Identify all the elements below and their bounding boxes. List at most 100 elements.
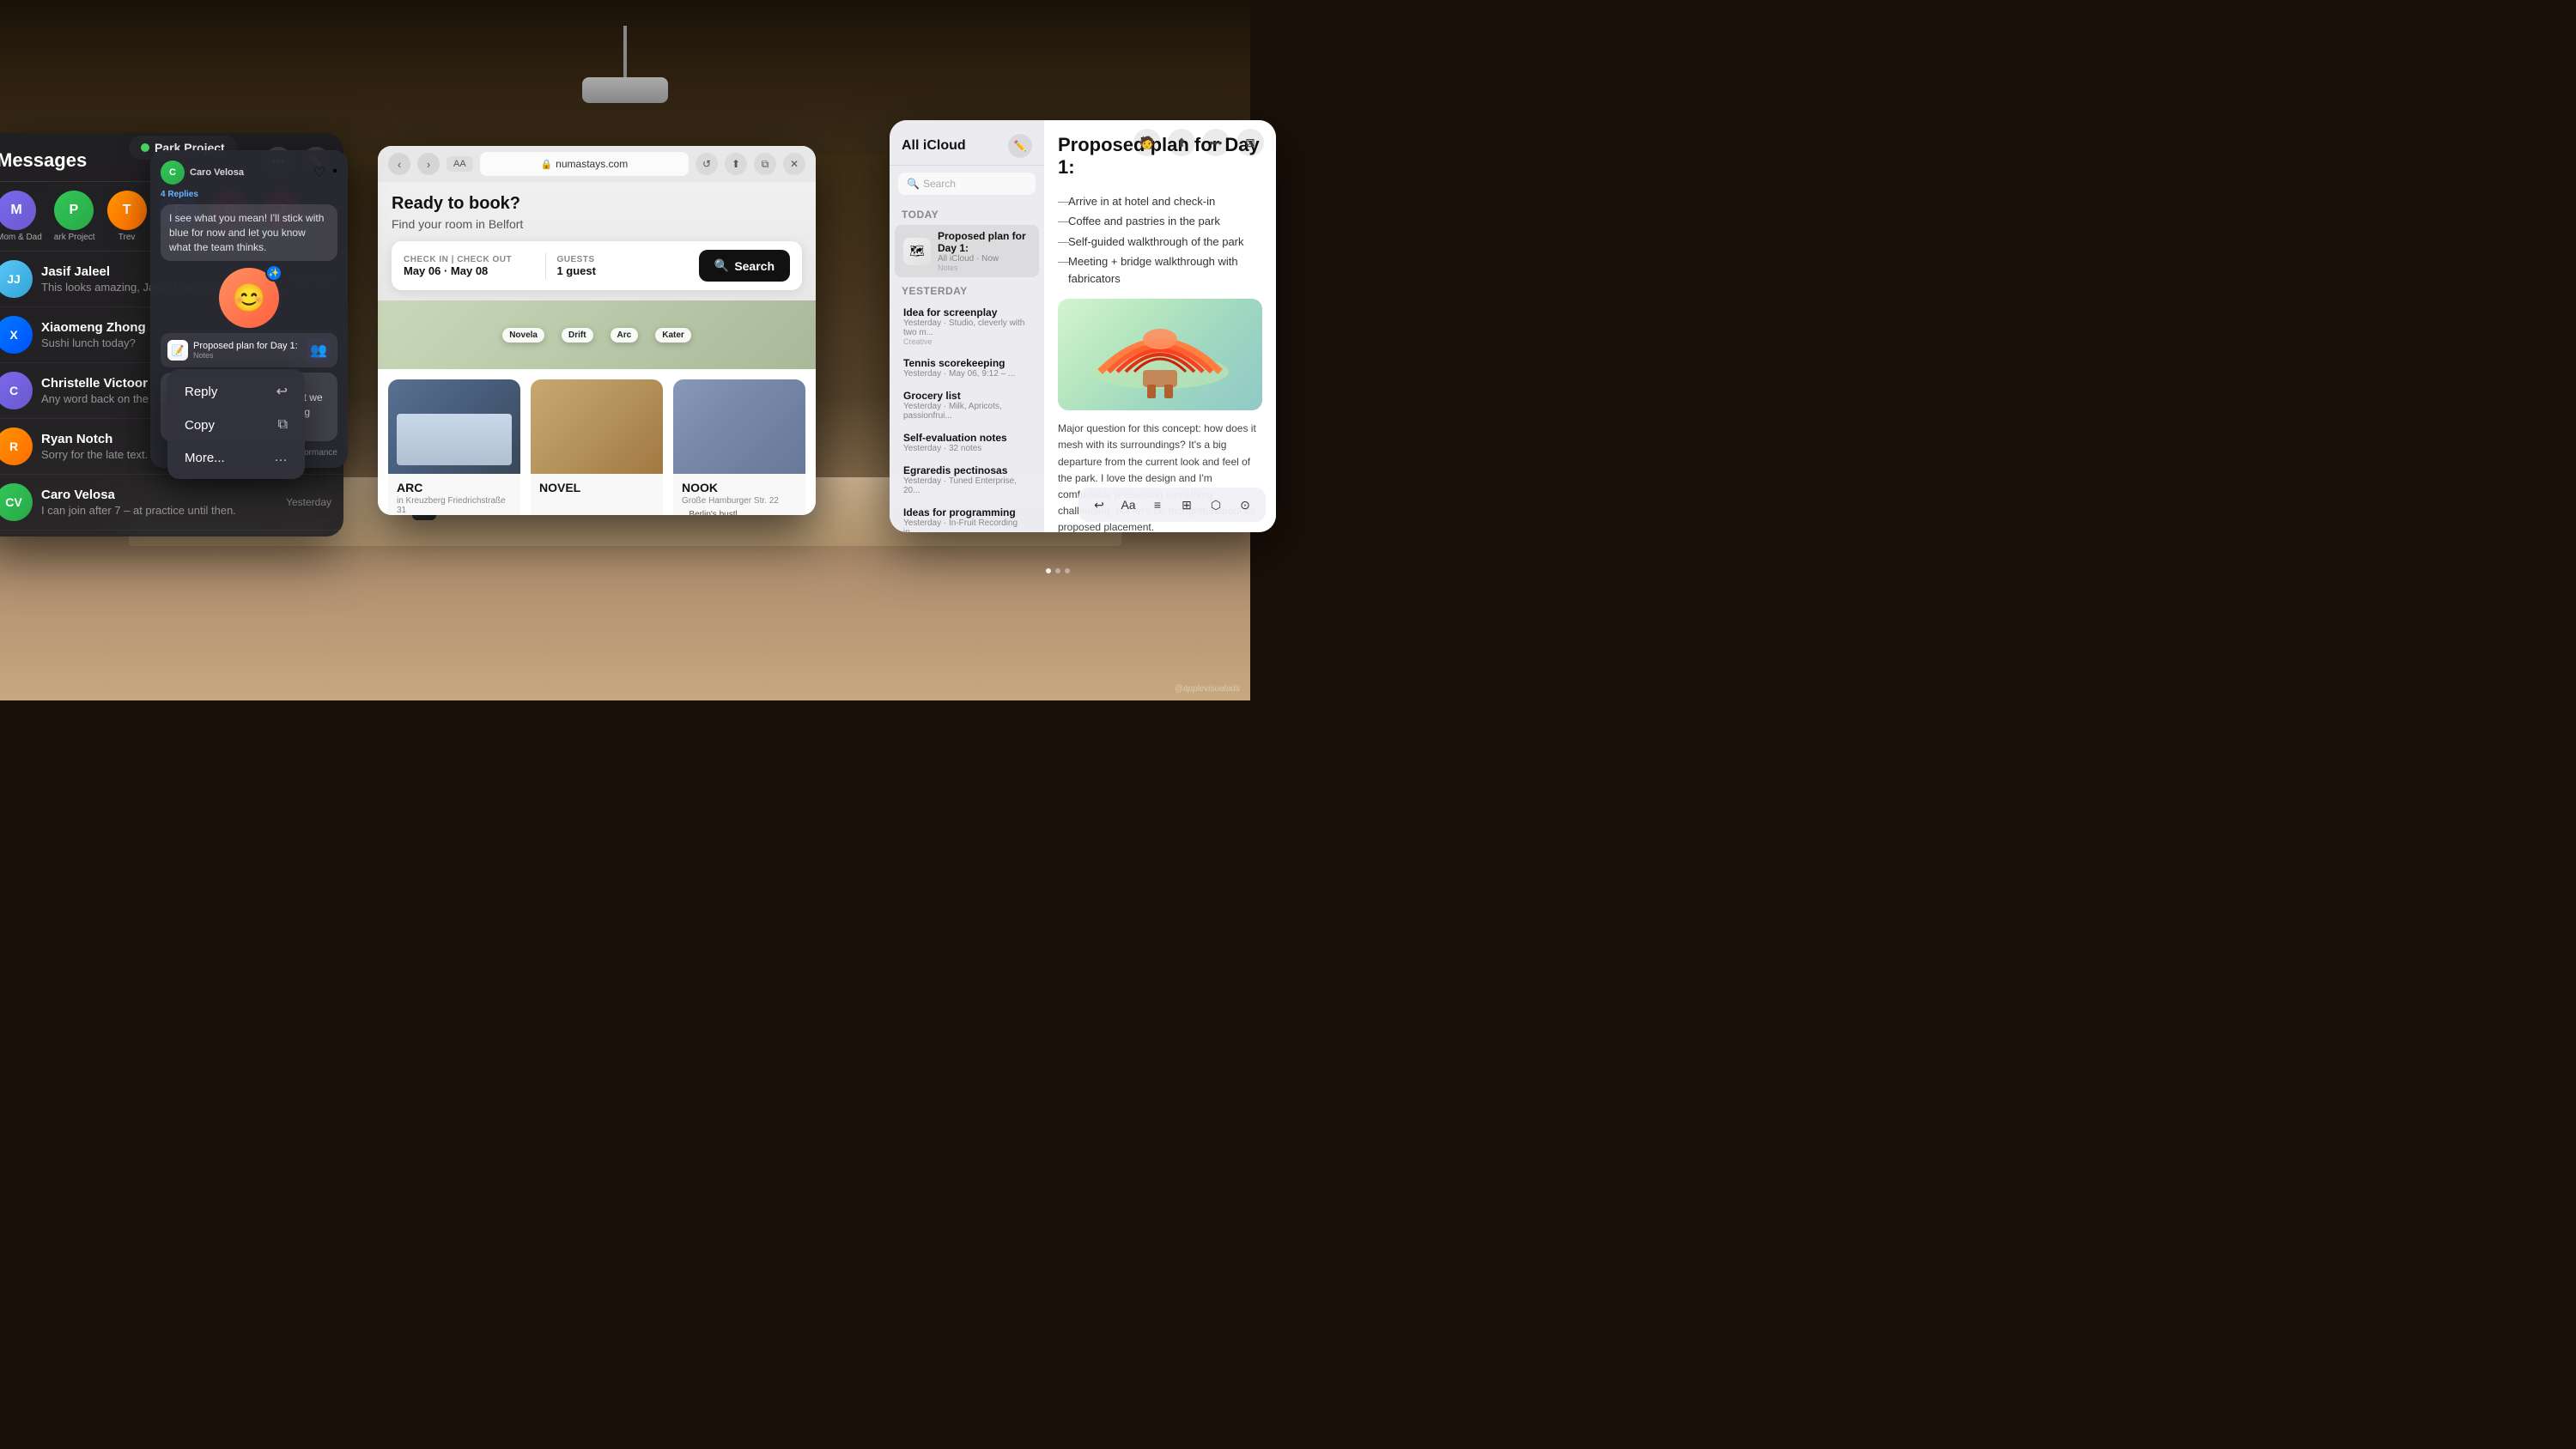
browser-reload-button[interactable]: ↺	[696, 153, 718, 175]
artwork-svg	[1074, 303, 1246, 406]
booking-title: Ready to book?	[392, 194, 802, 214]
note-title-programming: Ideas for programming	[903, 506, 1030, 518]
notes-media-button[interactable]: ⬡	[1204, 493, 1228, 517]
context-menu-more[interactable]: More... …	[173, 441, 300, 474]
avatar-xiaomeng: X	[0, 316, 33, 354]
notes-list-button[interactable]: ≡	[1145, 493, 1170, 517]
map-pin-kater[interactable]: Kater	[655, 328, 691, 343]
note-info-proposed: Proposed plan for Day 1: All iCloud · No…	[938, 230, 1030, 272]
hotel-name-nook: NOOK	[682, 481, 797, 494]
notes-share-button[interactable]: ⬆	[1168, 129, 1195, 156]
hotel-card-nook[interactable]: NOOK Große Hamburger Str. 22 ...Berlin's…	[673, 379, 805, 515]
context-menu-reply[interactable]: Reply ↩	[173, 374, 300, 409]
notes-table-button[interactable]: ⊞	[1175, 493, 1199, 517]
hotel-name-arc: ARC	[397, 481, 512, 494]
notes-toolbar: ↩ Aa ≡ ⊞ ⬡ ⊙	[1078, 488, 1266, 522]
dots-dot-1	[1046, 568, 1051, 573]
note-item-tennis[interactable]: Tennis scorekeeping Yesterday · May 06, …	[895, 352, 1039, 384]
note-item-egraredis[interactable]: Egraredis pectinosas Yesterday · Tuned E…	[895, 459, 1039, 500]
search-divider	[545, 253, 546, 279]
notes-today-label: Today	[890, 202, 1044, 224]
notes-avatar-icon[interactable]: 🧑	[1133, 129, 1161, 156]
note-sub-screenplay: Creative	[903, 337, 1030, 346]
chat-heart-icon[interactable]: ♡	[313, 164, 325, 181]
notes-undo-button[interactable]: ↩	[1087, 493, 1111, 517]
note-meta-egraredis: Yesterday · Tuned Enterprise, 20...	[903, 476, 1030, 495]
note-list-item-2: Coffee and pastries in the park	[1058, 211, 1262, 232]
guests-field[interactable]: Guests 1 guest	[556, 255, 688, 277]
note-item-self-eval[interactable]: Self-evaluation notes Yesterday · 32 not…	[895, 427, 1039, 458]
notes-close-button[interactable]: ⊠	[1236, 129, 1264, 156]
contact-info-caro: Caro Velosa I can join after 7 – at prac…	[41, 488, 277, 517]
proposed-plan-title: Proposed plan for Day 1:	[193, 341, 298, 351]
search-icon: 🔍	[714, 258, 729, 273]
map-pin-arc[interactable]: Arc	[611, 328, 639, 343]
note-sub-proposed: Notes	[938, 264, 1030, 272]
map-overlay: Novela Drift Arc Kater	[378, 300, 816, 369]
note-item-programming[interactable]: Ideas for programming Yesterday · In-Fru…	[895, 501, 1039, 532]
context-reply-icon: ↩	[276, 383, 288, 400]
notes-sidebar-more[interactable]: ✏️	[1008, 134, 1032, 158]
avatar-trev[interactable]: T	[107, 191, 147, 230]
contact-time-caro: Yesterday	[286, 496, 331, 508]
avatar-mom-dad[interactable]: M	[0, 191, 36, 230]
note-artwork	[1058, 299, 1262, 410]
hotel-image-novel	[531, 379, 663, 474]
note-icon-proposed: 🗺	[903, 238, 931, 265]
notes-search-icon: 🔍	[907, 178, 920, 190]
notes-font-button[interactable]: Aa	[1116, 493, 1140, 517]
note-artwork-container	[1058, 299, 1262, 410]
notes-search[interactable]: 🔍 Search	[898, 173, 1036, 195]
browser-forward-button[interactable]: ›	[417, 153, 440, 175]
note-main-content: Proposed plan for Day 1: Arrive in at ho…	[1044, 120, 1276, 532]
note-meta-grocery: Yesterday · Milk, Apricots, passionfrui.…	[903, 402, 1030, 421]
hotel-card-arc[interactable]: ARC in Kreuzberg Friedrichstraße 31 Your…	[388, 379, 520, 515]
notes-more-button[interactable]: •••	[1202, 129, 1230, 156]
guests-value: 1 guest	[556, 264, 688, 277]
chat-more-icon[interactable]: •	[332, 164, 337, 181]
emoji-badge: ✨	[265, 264, 283, 282]
proposed-plan-preview-icon: 👥	[307, 338, 331, 362]
booking-search-bar: Check In | Check Out May 06 · May 08 Gue…	[392, 241, 802, 290]
chat-text-1: I see what you mean! I'll stick with blu…	[169, 211, 329, 254]
browser-tabs-button[interactable]: ⧉	[754, 153, 776, 175]
chat-message-1: I see what you mean! I'll stick with blu…	[161, 204, 337, 261]
proposed-plan-chip[interactable]: 📝 Proposed plan for Day 1: Notes 👥	[161, 333, 337, 367]
notes-sidebar: All iCloud ✏️ 🔍 Search Today 🗺 Proposed …	[890, 120, 1044, 532]
note-info-self-eval: Self-evaluation notes Yesterday · 32 not…	[903, 432, 1030, 453]
checkin-label: Check In | Check Out	[404, 255, 535, 264]
note-meta-self-eval: Yesterday · 32 notes	[903, 444, 1030, 453]
context-more-label: More...	[185, 451, 225, 465]
browser-back-button[interactable]: ‹	[388, 153, 410, 175]
search-btn-label: Search	[734, 259, 775, 273]
context-menu-copy[interactable]: Copy ⧉	[173, 409, 300, 441]
map-area[interactable]: Novela Drift Arc Kater	[378, 300, 816, 369]
booking-hero: Ready to book? Find your room in Belfort…	[378, 182, 816, 300]
context-more-icon: …	[274, 450, 288, 465]
note-item-screenplay[interactable]: Idea for screenplay Yesterday · Studio, …	[895, 301, 1039, 351]
search-button[interactable]: 🔍 Search	[699, 250, 790, 282]
contact-label-park: ark Project	[54, 233, 95, 242]
hotel-image-nook	[673, 379, 805, 474]
browser-close-button[interactable]: ✕	[783, 153, 805, 175]
browser-share-button[interactable]: ⬆	[725, 153, 747, 175]
note-item-grocery[interactable]: Grocery list Yesterday · Milk, Apricots,…	[895, 385, 1039, 426]
map-pin-drift[interactable]: Drift	[562, 328, 593, 343]
contact-item-aditi[interactable]: A Aditi Jain Hey! When's your business Y…	[0, 530, 343, 537]
hotel-info-nook: NOOK Große Hamburger Str. 22 ...Berlin's…	[673, 474, 805, 515]
hotel-card-novel[interactable]: NOVEL	[531, 379, 663, 515]
browser-address-bar[interactable]: 🔒 numastays.com	[480, 152, 689, 176]
notes-more-tb-button[interactable]: ⊙	[1233, 493, 1257, 517]
notes-top-icons: 🧑 ⬆ ••• ⊠	[1133, 129, 1264, 156]
note-item-proposed[interactable]: 🗺 Proposed plan for Day 1: All iCloud · …	[895, 225, 1039, 277]
browser-aa-button[interactable]: AA	[447, 156, 473, 172]
avatar-park-project[interactable]: P	[54, 191, 94, 230]
hotel-info-novel: NOVEL	[531, 474, 663, 503]
checkin-field[interactable]: Check In | Check Out May 06 · May 08	[404, 255, 535, 277]
map-pin-novela[interactable]: Novela	[502, 328, 544, 343]
contact-item-caro[interactable]: CV Caro Velosa I can join after 7 – at p…	[0, 475, 343, 530]
contact-label-mom-dad: Mom & Dad	[0, 233, 42, 242]
note-title-tennis: Tennis scorekeeping	[903, 357, 1030, 369]
notes-sidebar-header: All iCloud ✏️	[890, 120, 1044, 166]
avatar-jasif: JJ	[0, 260, 33, 298]
